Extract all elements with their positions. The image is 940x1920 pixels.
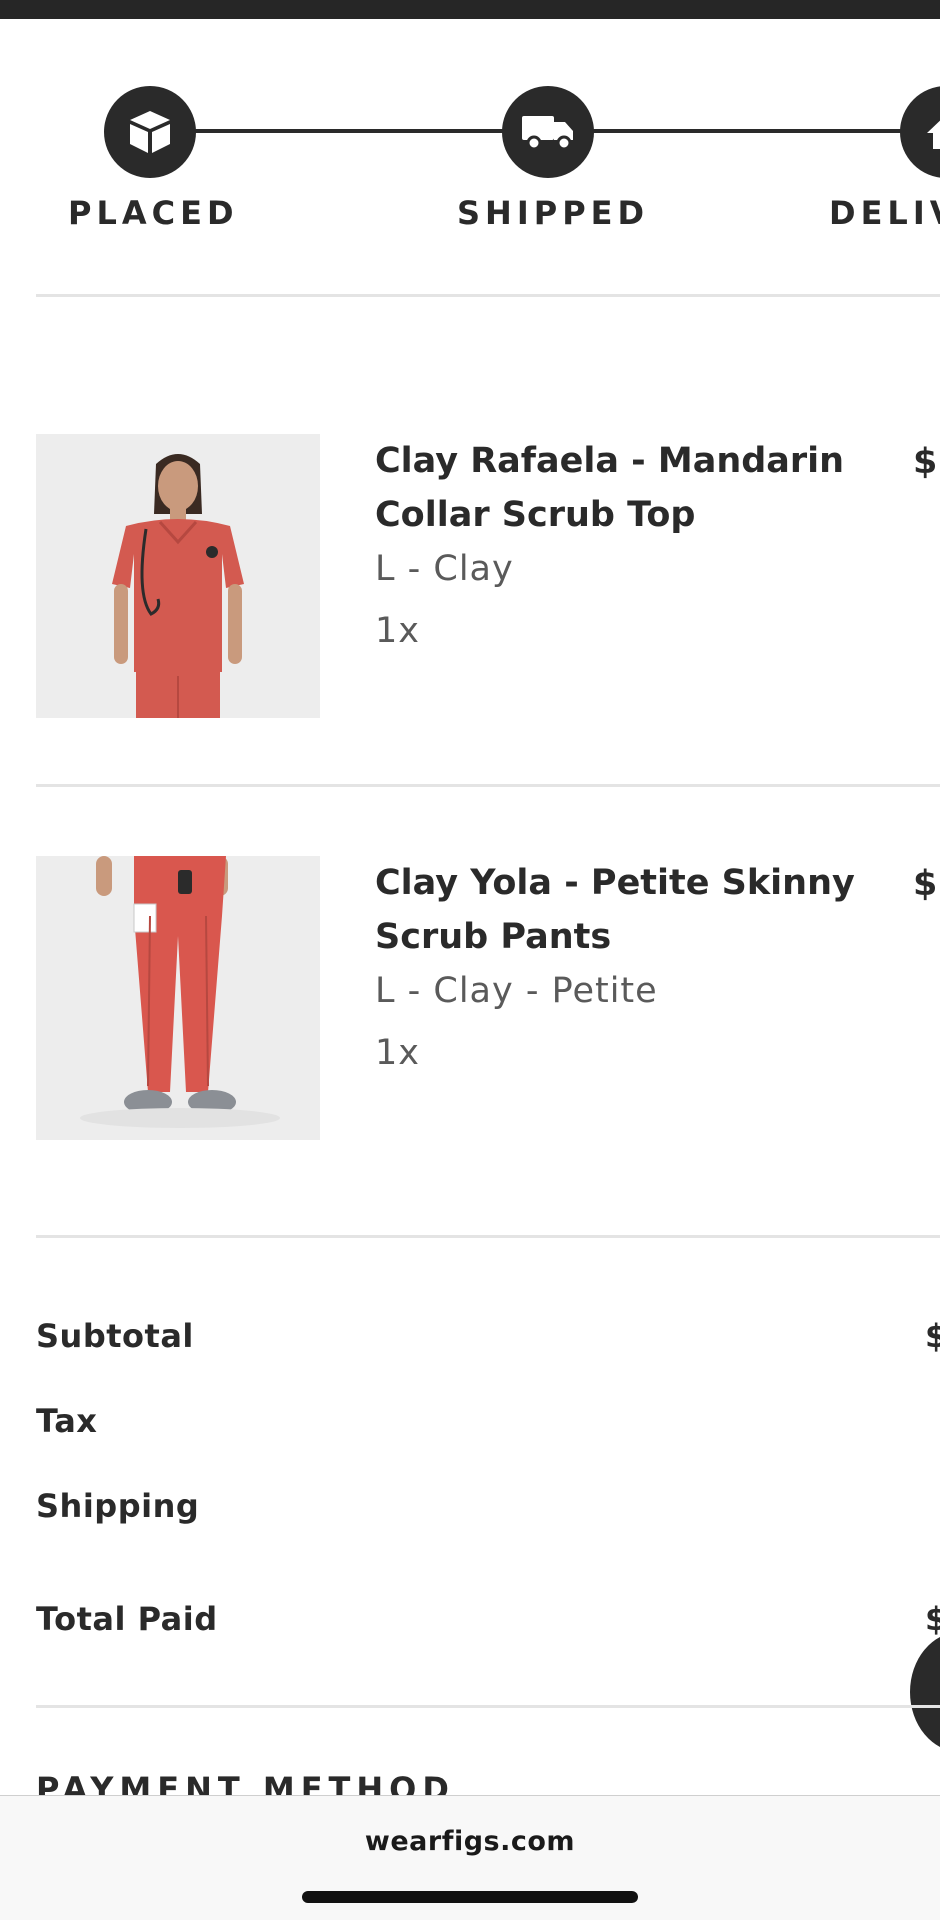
item-2-quantity: 1x — [375, 1033, 420, 1073]
subtotal-value: $ — [925, 1317, 940, 1355]
scrub-top-photo — [36, 434, 320, 718]
step-label-delivered: DELIV — [829, 194, 940, 232]
divider-item-1 — [36, 784, 940, 787]
tracker-line-1 — [150, 129, 550, 133]
step-label-placed: PLACED — [68, 194, 239, 232]
subtotal-label: Subtotal — [36, 1317, 194, 1355]
item-2-price: $ — [913, 864, 938, 904]
item-2-variant: L - Clay - Petite — [375, 971, 658, 1011]
tax-label: Tax — [36, 1402, 98, 1440]
step-label-shipped: SHIPPED — [457, 194, 650, 232]
divider-items-end — [36, 1235, 940, 1238]
chat-button[interactable] — [910, 1632, 940, 1752]
home-indicator[interactable] — [302, 1891, 638, 1903]
order-tracker: PLACED SHIPPED DELIV — [0, 84, 940, 244]
truck-icon — [522, 116, 573, 151]
total-paid-value: $ — [925, 1600, 940, 1638]
package-icon — [130, 111, 170, 153]
item-2-image[interactable] — [36, 856, 320, 1140]
total-paid-label: Total Paid — [36, 1600, 218, 1638]
divider-summary — [36, 1705, 940, 1708]
scrub-pants-photo — [36, 856, 320, 1140]
item-1-quantity: 1x — [375, 611, 420, 651]
status-bar — [0, 0, 940, 19]
shipping-label: Shipping — [36, 1487, 200, 1525]
divider-tracker — [36, 294, 940, 297]
item-2-name[interactable]: Clay Yola - Petite Skinny Scrub Pants — [375, 856, 865, 964]
item-1-name[interactable]: Clay Rafaela - Mandarin Collar Scrub Top — [375, 434, 865, 542]
item-1-price: $ — [913, 442, 938, 482]
browser-bottom-bar: wearfigs.com — [0, 1795, 940, 1920]
item-1-image[interactable] — [36, 434, 320, 718]
step-shipped-circle — [502, 86, 594, 178]
tracker-line-2 — [548, 129, 940, 133]
order-details-page: PLACED SHIPPED DELIV Clay Rafaela - Mand… — [0, 0, 940, 1920]
home-icon — [927, 120, 940, 149]
step-placed-circle — [104, 86, 196, 178]
step-delivered-circle — [900, 86, 940, 178]
item-1-variant: L - Clay — [375, 549, 514, 589]
url-display[interactable]: wearfigs.com — [0, 1826, 940, 1857]
